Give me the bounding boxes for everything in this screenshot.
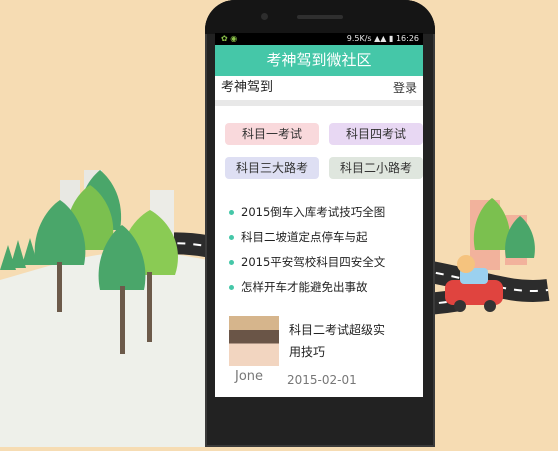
brand-bar: 考神驾到 登录: [215, 76, 423, 106]
news-list: 2015倒车入库考试技巧全图 科目二坡道定点停车与起 2015平安驾校科目四安全…: [229, 200, 419, 300]
news-item[interactable]: 科目二坡道定点停车与起: [229, 225, 419, 250]
clock: 16:26: [395, 34, 419, 43]
post-title-line2: 用技巧: [289, 345, 326, 359]
bullet-icon: [229, 235, 234, 240]
phone-top-bezel: [205, 0, 435, 34]
notification-icons: ✿ ◉: [221, 34, 238, 43]
post-title[interactable]: 科目二考试超级实 用技巧: [289, 320, 409, 364]
bullet-icon: [229, 285, 234, 290]
brand-name: 考神驾到: [221, 80, 274, 95]
news-item[interactable]: 2015平安驾校科目四安全文: [229, 250, 419, 275]
bullet-icon: [229, 260, 234, 265]
status-right: 9.5K/s ▲▲ ▮ 16:26: [347, 33, 419, 45]
news-item[interactable]: 2015倒车入库考试技巧全图: [229, 200, 419, 225]
category-chip-subject4[interactable]: 科目四考试: [329, 123, 423, 145]
phone-screen: ✿ ◉ 9.5K/s ▲▲ ▮ 16:26 考神驾到微社区 考神驾到 登录 科目…: [215, 33, 423, 397]
author-name: Jone: [235, 369, 264, 384]
page-title: 考神驾到微社区: [215, 45, 423, 76]
network-speed: 9.5K/s: [346, 34, 372, 43]
post-date: 2015-02-01: [287, 373, 357, 387]
news-item[interactable]: 怎样开车才能避免出事故: [229, 275, 419, 300]
battery-icon: ▮: [388, 34, 394, 43]
login-link[interactable]: 登录: [393, 76, 417, 100]
signal-icon: ▲▲: [374, 34, 387, 43]
speaker-icon: [297, 15, 343, 19]
camera-icon: [261, 13, 268, 20]
category-chip-subject3[interactable]: 科目三大路考: [225, 157, 319, 179]
bullet-icon: [229, 210, 234, 215]
status-bar: ✿ ◉ 9.5K/s ▲▲ ▮ 16:26: [215, 33, 423, 45]
post-title-line1: 科目二考试超级实: [289, 323, 386, 337]
category-chip-subject2[interactable]: 科目二小路考: [329, 157, 423, 179]
category-chip-subject1[interactable]: 科目一考试: [225, 123, 319, 145]
author-avatar[interactable]: [229, 316, 279, 366]
